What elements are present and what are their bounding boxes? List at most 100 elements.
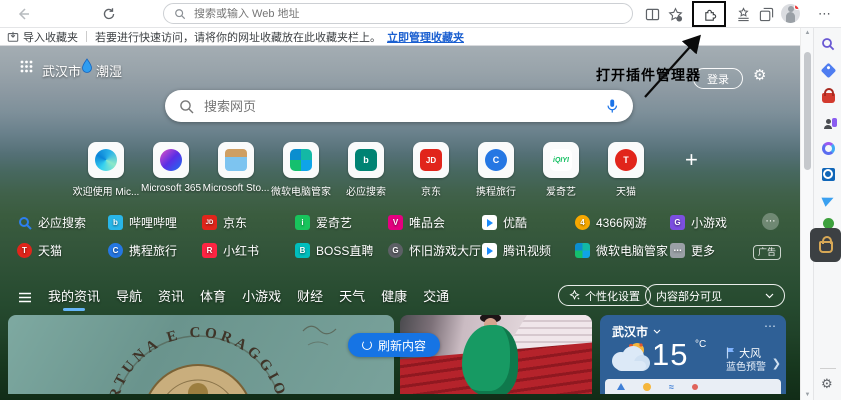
profile-avatar[interactable]: [781, 4, 800, 23]
tile-tmall[interactable]: T 天猫: [608, 142, 644, 198]
vipshop-icon: V: [388, 215, 403, 230]
water-drop-icon: [80, 58, 94, 75]
tab-weather[interactable]: 天气: [339, 286, 365, 309]
sun-icon: [643, 382, 651, 391]
forecast-strip: ≈: [605, 379, 781, 394]
web-search-input[interactable]: [204, 98, 595, 114]
microsoft-365-icon: [160, 149, 182, 171]
link-tencent-video[interactable]: 腾讯视频: [482, 242, 551, 259]
weather-card[interactable]: 武汉市 ⋯ 15 °C 大风 蓝色预警 ❯ ≈: [600, 315, 786, 394]
personalize-button[interactable]: 个性化设置: [558, 285, 651, 306]
link-pc-manager[interactable]: 微软电脑管家: [575, 242, 668, 259]
bilibili-icon: b: [108, 215, 123, 230]
green-dress-graphic: [462, 325, 518, 394]
extensions-icon[interactable]: [699, 4, 721, 24]
refresh-icon[interactable]: [98, 4, 120, 24]
tile-iqiyi[interactable]: iQIYI 爱奇艺: [543, 142, 579, 198]
hamburger-menu-icon[interactable]: [18, 292, 32, 303]
page-settings-gear-icon[interactable]: ⚙: [753, 66, 766, 84]
link-jd[interactable]: JD 京东: [202, 214, 247, 231]
tab-news[interactable]: 资讯: [158, 286, 184, 309]
weather-city-label[interactable]: 武汉市: [42, 61, 81, 80]
links-more-button[interactable]: ⋯: [762, 213, 779, 230]
web-search-box[interactable]: [165, 90, 633, 122]
link-bing-search[interactable]: 必应搜索: [17, 214, 86, 231]
link-xiaohongshu[interactable]: R 小红书: [202, 242, 259, 259]
search-icon: [180, 99, 194, 113]
tab-navigation[interactable]: 导航: [116, 286, 142, 309]
tile-pc-manager[interactable]: 微软电脑管家: [271, 142, 331, 198]
address-input[interactable]: [194, 7, 622, 20]
tile-ctrip[interactable]: C 携程旅行: [476, 142, 516, 198]
sidebar-search-icon[interactable]: [820, 36, 836, 52]
ctrip-icon: C: [485, 149, 507, 171]
tab-finance[interactable]: 财经: [297, 286, 323, 309]
sidebar-m365-ring-icon[interactable]: [820, 140, 836, 156]
news-card-seal[interactable]: FORTUNA E CORAGGIO: [8, 315, 394, 394]
sidebar-games-icon[interactable]: [820, 114, 837, 130]
pc-manager-icon: [575, 243, 590, 258]
link-iqiyi[interactable]: i 爱奇艺: [295, 214, 352, 231]
tile-edge-welcome[interactable]: 欢迎使用 Mic...: [73, 142, 139, 198]
link-tmall[interactable]: T 天猫: [17, 242, 62, 259]
tab-sports[interactable]: 体育: [200, 286, 226, 309]
link-youku[interactable]: 优酷: [482, 214, 527, 231]
sidebar-hover-tooltip[interactable]: [810, 228, 841, 262]
tab-health[interactable]: 健康: [381, 286, 407, 309]
manage-favorites-link[interactable]: 立即管理收藏夹: [387, 29, 464, 45]
tile-jd[interactable]: JD 京东: [413, 142, 449, 198]
tile-microsoft-365[interactable]: Microsoft 365: [141, 142, 201, 194]
iqiyi-icon: iQIYI: [550, 149, 572, 171]
ad-badge: 广告: [753, 245, 782, 260]
split-screen-icon[interactable]: [641, 4, 663, 24]
page-scrollbar[interactable]: ▲ ▼: [800, 28, 813, 400]
tab-minigames[interactable]: 小游戏: [242, 286, 281, 309]
tab-my-feed[interactable]: 我的资讯: [48, 286, 100, 309]
link-minigames[interactable]: G 小游戏: [670, 214, 727, 231]
sidebar-settings-gear-icon[interactable]: ⚙: [821, 376, 833, 392]
chevron-down-icon: [653, 329, 661, 334]
jd-icon: JD: [420, 149, 442, 171]
favorites-icon[interactable]: [664, 4, 686, 24]
sidebar-shopping-tag-icon[interactable]: [820, 62, 836, 78]
weather-card-more-icon[interactable]: ⋯: [764, 319, 776, 333]
add-tile-button[interactable]: +: [685, 149, 698, 171]
tile-microsoft-store[interactable]: Microsoft Sto...: [203, 142, 269, 194]
import-icon: [7, 31, 19, 42]
sidebar-drop-plane-icon[interactable]: [820, 192, 836, 208]
collections-icon[interactable]: [732, 4, 754, 24]
alert-dot-icon: [691, 383, 698, 390]
link-ctrip[interactable]: C 携程旅行: [108, 242, 177, 259]
link-4366[interactable]: 4 4366网游: [575, 214, 647, 231]
link-bilibili[interactable]: b 哔哩哔哩: [108, 214, 177, 231]
link-boss[interactable]: B BOSS直聘: [295, 242, 373, 259]
tab-actions-icon[interactable]: [755, 4, 777, 24]
favbar-hint: 若要进行快速访问，请将你的网址收藏放在此收藏夹栏上。: [95, 31, 381, 44]
tab-traffic[interactable]: 交通: [423, 286, 449, 309]
weather-condition-label[interactable]: 潮湿: [96, 61, 122, 80]
boss-zhipin-icon: B: [295, 243, 310, 258]
annotation-label: 打开插件管理器: [596, 67, 701, 83]
weather-alert[interactable]: 大风 蓝色预警: [726, 347, 766, 374]
address-bar[interactable]: [163, 3, 633, 24]
refresh-content-button[interactable]: 刷新内容: [348, 333, 440, 357]
link-retro-games[interactable]: G 怀旧游戏大厅: [388, 242, 481, 259]
scrollbar-thumb[interactable]: [804, 52, 811, 170]
ctrip-icon: C: [108, 243, 123, 258]
link-vip[interactable]: V 唯品会: [388, 214, 445, 231]
4366-cat-icon: 4: [575, 215, 590, 230]
sparkle-pen-icon: [569, 290, 580, 300]
chevron-right-icon[interactable]: ❯: [772, 357, 781, 370]
quick-links-row-1: 必应搜索 b 哔哩哔哩 JD 京东 i 爱奇艺 V 唯品会 优酷 4 4366网…: [0, 214, 800, 232]
sidebar-outlook-icon[interactable]: [820, 166, 836, 182]
microphone-icon[interactable]: [605, 98, 619, 114]
tencent-video-icon: [482, 243, 497, 258]
waffle-grid-icon[interactable]: [20, 60, 33, 73]
tile-bing-search[interactable]: b 必应搜索: [346, 142, 386, 198]
import-favorites-button[interactable]: 导入收藏夹: [7, 29, 78, 45]
more-menu-icon[interactable]: ⋯: [814, 4, 836, 24]
link-more[interactable]: ⋯ 更多: [670, 242, 715, 259]
back-icon[interactable]: [12, 4, 34, 24]
sidebar-shopping-bag-icon[interactable]: [820, 88, 836, 104]
content-visibility-dropdown[interactable]: 内容部分可见: [645, 284, 785, 307]
